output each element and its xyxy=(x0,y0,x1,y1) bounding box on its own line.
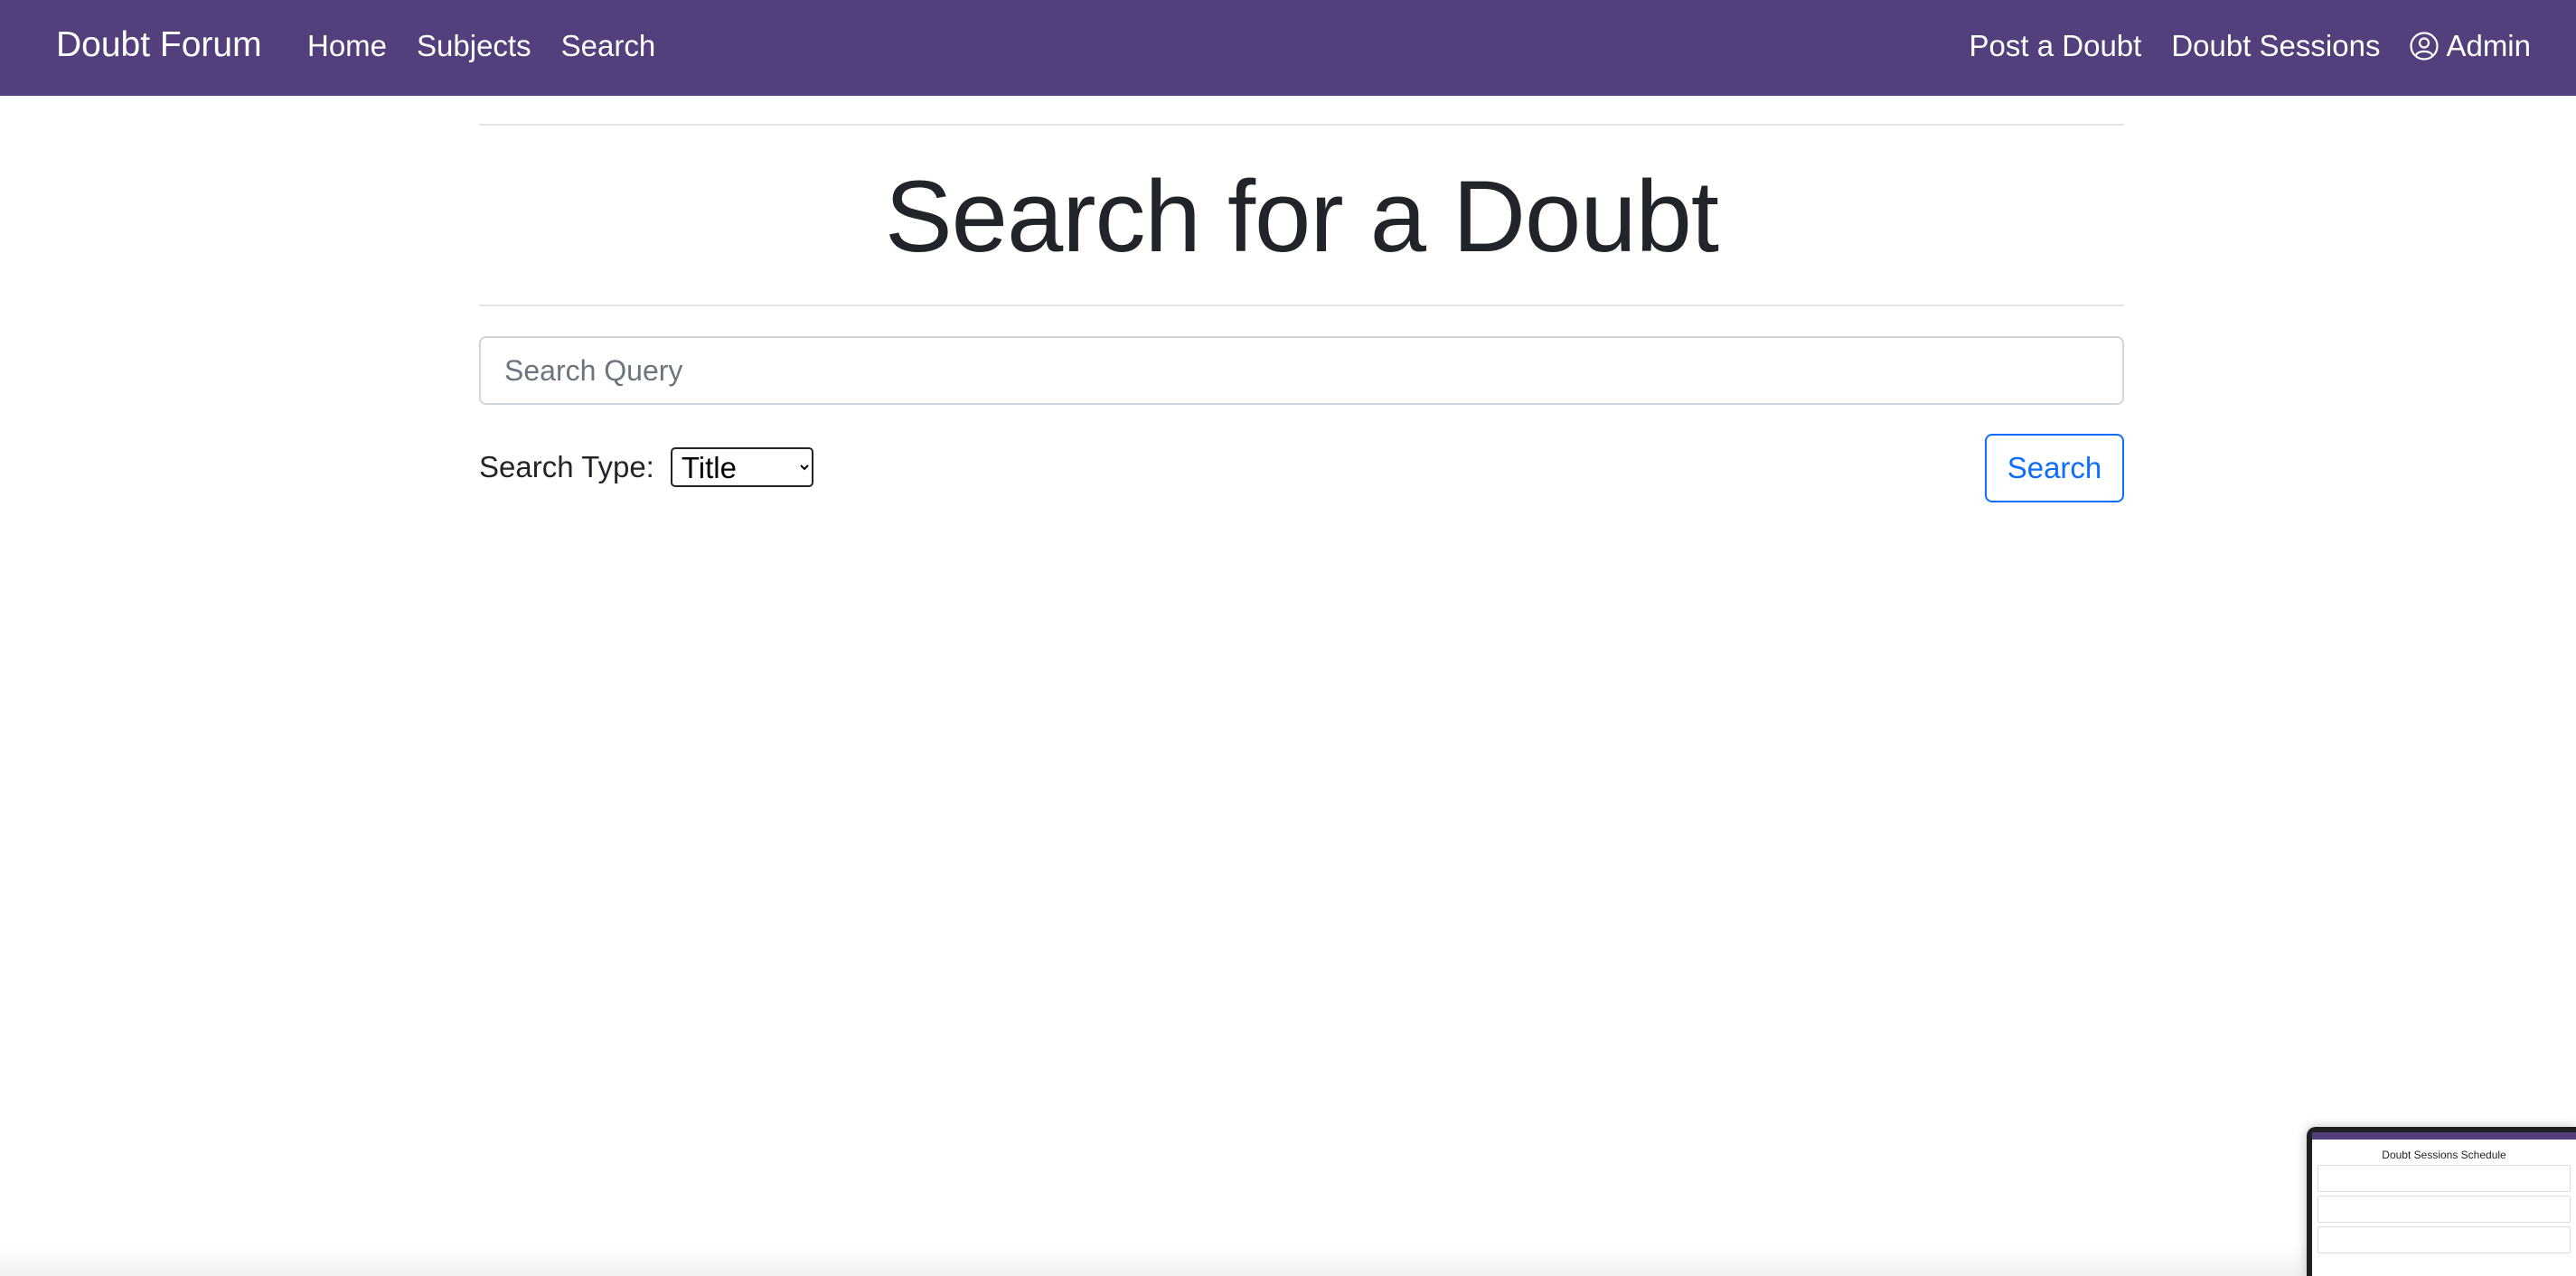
nav-admin-link[interactable]: Admin xyxy=(2410,25,2531,67)
search-type-select[interactable]: Title xyxy=(670,447,813,487)
brand-link[interactable]: Doubt Forum xyxy=(56,22,262,69)
thumbnail-card xyxy=(2317,1165,2571,1192)
thumbnail-navbar xyxy=(2312,1132,2576,1140)
nav-home-link[interactable]: Home xyxy=(307,25,387,67)
search-query-input[interactable] xyxy=(479,336,2124,405)
bottom-shade xyxy=(0,1247,2307,1276)
search-button[interactable]: Search xyxy=(1985,434,2124,502)
nav-subjects-link[interactable]: Subjects xyxy=(417,25,531,67)
nav-left-group: Home Subjects Search xyxy=(307,25,655,67)
nav-post-doubt-link[interactable]: Post a Doubt xyxy=(1970,25,2142,67)
nav-search-link[interactable]: Search xyxy=(561,25,656,67)
admin-label: Admin xyxy=(2446,29,2531,62)
thumbnail-card xyxy=(2317,1226,2571,1253)
page-title: Search for a Doubt xyxy=(884,160,1719,273)
thumbnail-card xyxy=(2317,1196,2571,1223)
search-type-label: Search Type: xyxy=(479,450,654,483)
thumbnail-title: Doubt Sessions Schedule xyxy=(2382,1149,2506,1161)
search-type-row: Search Type: Title xyxy=(479,447,813,487)
thumbnail-content: Doubt Sessions Schedule xyxy=(2312,1132,2576,1276)
top-navbar: Doubt Forum Home Subjects Search Post a … xyxy=(0,0,2576,96)
title-divider-bottom xyxy=(479,305,2124,306)
screenshot-thumbnail-preview[interactable]: Doubt Sessions Schedule xyxy=(2307,1127,2576,1276)
user-circle-icon xyxy=(2410,32,2440,61)
nav-right-group: Post a Doubt Doubt Sessions Admin xyxy=(1970,25,2531,67)
title-divider-top xyxy=(479,124,2124,126)
nav-doubt-sessions-link[interactable]: Doubt Sessions xyxy=(2171,25,2380,67)
